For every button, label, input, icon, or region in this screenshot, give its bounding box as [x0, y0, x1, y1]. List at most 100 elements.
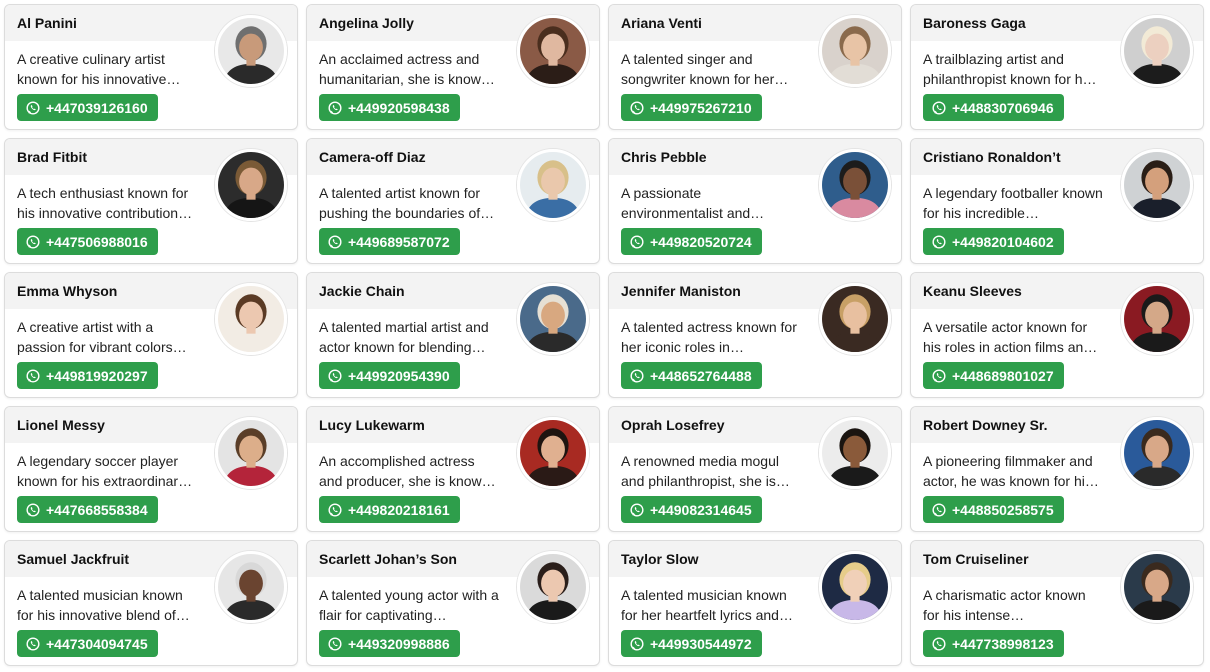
avatar-portrait [822, 554, 888, 620]
avatar-portrait [1124, 420, 1190, 486]
phone-number: +449820520724 [650, 233, 752, 250]
whatsapp-phone-button[interactable]: +449975267210 [621, 94, 762, 121]
contact-name: Jennifer Maniston [621, 283, 741, 299]
phone-number: +447304094745 [46, 635, 148, 652]
avatar-portrait [822, 18, 888, 84]
whatsapp-phone-button[interactable]: +448850258575 [923, 496, 1064, 523]
whatsapp-icon [328, 502, 342, 517]
phone-number: +449320998886 [348, 635, 450, 652]
avatar [819, 149, 891, 221]
contact-card: Keanu Sleeves A versatile actor known fo… [910, 272, 1204, 398]
avatar [1121, 15, 1193, 87]
contact-card: Emma Whyson A creative artist with a pas… [4, 272, 298, 398]
whatsapp-phone-button[interactable]: +447738998123 [923, 630, 1064, 657]
phone-number: +449820104602 [952, 233, 1054, 250]
contact-card: Angelina Jolly An acclaimed actress and … [306, 4, 600, 130]
contact-card: Ariana Venti A talented singer and songw… [608, 4, 902, 130]
avatar-portrait [520, 554, 586, 620]
whatsapp-phone-button[interactable]: +449920598438 [319, 94, 460, 121]
whatsapp-phone-button[interactable]: +447668558384 [17, 496, 158, 523]
contact-name: Scarlett Johan’s Son [319, 551, 457, 567]
whatsapp-icon [630, 234, 644, 249]
contact-card: Jackie Chain A talented martial artist a… [306, 272, 600, 398]
contact-description: A tech enthusiast known for his innovati… [17, 185, 193, 221]
phone-number: +447668558384 [46, 501, 148, 518]
whatsapp-phone-button[interactable]: +449820104602 [923, 228, 1064, 255]
whatsapp-phone-button[interactable]: +449689587072 [319, 228, 460, 255]
phone-number: +447039126160 [46, 99, 148, 116]
whatsapp-icon [630, 636, 644, 651]
avatar [819, 551, 891, 623]
whatsapp-icon [630, 100, 644, 115]
phone-number: +448652764488 [650, 367, 752, 384]
whatsapp-phone-button[interactable]: +449320998886 [319, 630, 460, 657]
contact-card: Al Panini A creative culinary artist kno… [4, 4, 298, 130]
whatsapp-phone-button[interactable]: +449819920297 [17, 362, 158, 389]
whatsapp-phone-button[interactable]: +447039126160 [17, 94, 158, 121]
contact-name: Chris Pebble [621, 149, 707, 165]
contact-description: A pioneering filmmaker and actor, he was… [923, 453, 1099, 489]
avatar-portrait [822, 152, 888, 218]
avatar [819, 417, 891, 489]
whatsapp-phone-button[interactable]: +447506988016 [17, 228, 158, 255]
phone-number: +449689587072 [348, 233, 450, 250]
contact-name: Lucy Lukewarm [319, 417, 425, 433]
contact-card: Jennifer Maniston A talented actress kno… [608, 272, 902, 398]
avatar [517, 149, 589, 221]
phone-number: +448850258575 [952, 501, 1054, 518]
contact-card: Robert Downey Sr. A pioneering filmmaker… [910, 406, 1204, 532]
whatsapp-icon [328, 636, 342, 651]
contact-card: Lionel Messy A legendary soccer player k… [4, 406, 298, 532]
avatar-portrait [822, 420, 888, 486]
whatsapp-phone-button[interactable]: +448652764488 [621, 362, 762, 389]
whatsapp-icon [26, 636, 40, 651]
whatsapp-phone-button[interactable]: +449920954390 [319, 362, 460, 389]
whatsapp-icon [328, 234, 342, 249]
whatsapp-icon [328, 100, 342, 115]
whatsapp-icon [328, 368, 342, 383]
contact-description: A talented martial artist and actor know… [319, 319, 489, 355]
contact-name: Camera-off Diaz [319, 149, 426, 165]
avatar [215, 551, 287, 623]
whatsapp-phone-button[interactable]: +449930544972 [621, 630, 762, 657]
contact-name: Brad Fitbit [17, 149, 87, 165]
contact-description: A legendary footballer known for his inc… [923, 185, 1103, 221]
whatsapp-phone-button[interactable]: +449820218161 [319, 496, 460, 523]
contact-card: Tom Cruiseliner A charismatic actor know… [910, 540, 1204, 666]
whatsapp-icon [932, 368, 946, 383]
avatar-portrait [218, 286, 284, 352]
avatar-portrait [1124, 286, 1190, 352]
contact-description: A trailblazing artist and philanthropist… [923, 51, 1097, 87]
avatar [517, 551, 589, 623]
whatsapp-icon [26, 234, 40, 249]
whatsapp-phone-button[interactable]: +448689801027 [923, 362, 1064, 389]
whatsapp-phone-button[interactable]: +448830706946 [923, 94, 1064, 121]
contact-name: Ariana Venti [621, 15, 702, 31]
avatar-portrait [520, 420, 586, 486]
contact-card: Taylor Slow A talented musician known fo… [608, 540, 902, 666]
contact-description: A creative artist with a passion for vib… [17, 319, 187, 355]
contact-card: Lucy Lukewarm An accomplished actress an… [306, 406, 600, 532]
phone-number: +449930544972 [650, 635, 752, 652]
contact-description: A passionate environmentalist and… [621, 185, 765, 221]
avatar [215, 15, 287, 87]
avatar-portrait [218, 18, 284, 84]
avatar [215, 417, 287, 489]
phone-number: +449975267210 [650, 99, 752, 116]
whatsapp-phone-button[interactable]: +449820520724 [621, 228, 762, 255]
contact-card: Camera-off Diaz A talented artist known … [306, 138, 600, 264]
avatar [517, 417, 589, 489]
whatsapp-icon [26, 100, 40, 115]
avatar [517, 283, 589, 355]
avatar [819, 15, 891, 87]
avatar-portrait [218, 152, 284, 218]
avatar [215, 149, 287, 221]
contact-grid: Al Panini A creative culinary artist kno… [0, 0, 1210, 666]
contact-description: A talented artist known for pushing the … [319, 185, 495, 221]
whatsapp-phone-button[interactable]: +449082314645 [621, 496, 762, 523]
contact-card: Brad Fitbit A tech enthusiast known for … [4, 138, 298, 264]
contact-name: Taylor Slow [621, 551, 699, 567]
contact-description: A creative culinary artist known for his… [17, 51, 181, 87]
whatsapp-icon [932, 636, 946, 651]
whatsapp-phone-button[interactable]: +447304094745 [17, 630, 158, 657]
